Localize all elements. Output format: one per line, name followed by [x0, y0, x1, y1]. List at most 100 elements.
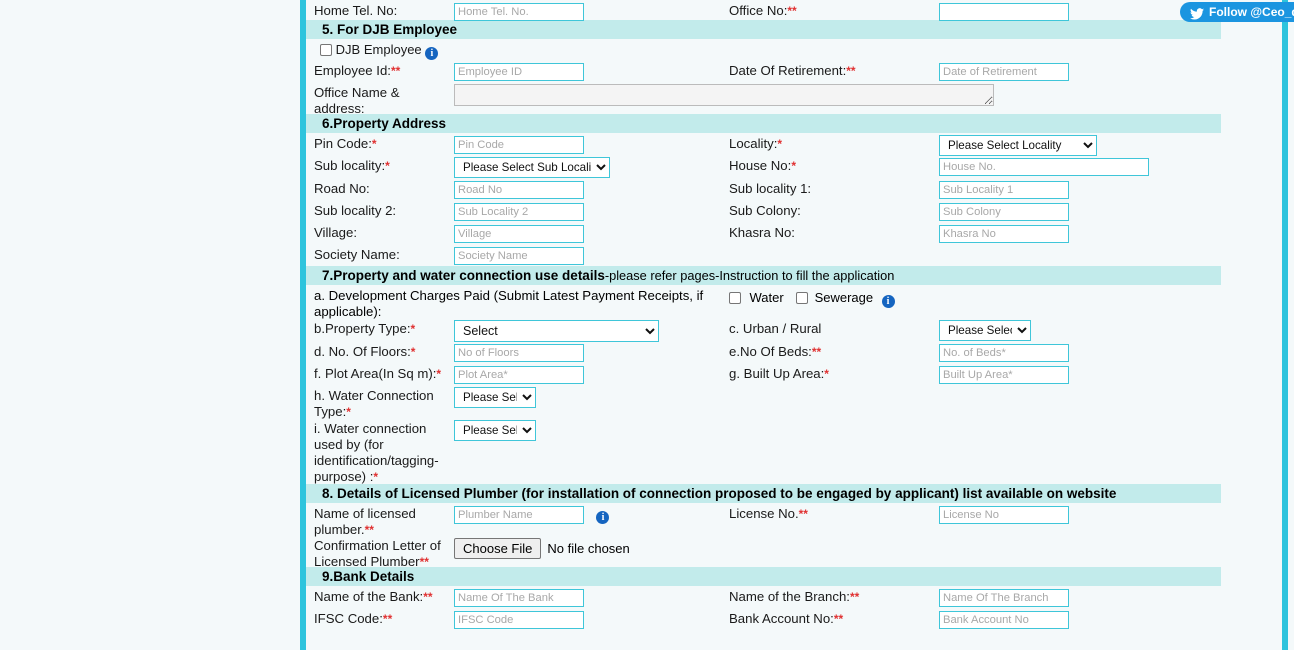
- sub-locality1-input[interactable]: [939, 181, 1069, 199]
- plot-area-required-mark: *: [436, 367, 442, 381]
- ifsc-label: IFSC Code:**: [306, 608, 454, 630]
- water-connection-type-select[interactable]: Please Select: [454, 387, 536, 408]
- date-of-retirement-input[interactable]: [939, 63, 1069, 81]
- twitter-bird-icon: [1190, 6, 1204, 20]
- bank-account-input[interactable]: [939, 611, 1069, 629]
- pin-code-label: Pin Code:*: [306, 133, 454, 155]
- row-djb-employee-checkbox: DJB Employee i: [306, 39, 1221, 60]
- no-of-floors-input[interactable]: [454, 344, 584, 362]
- info-icon[interactable]: i: [881, 295, 895, 308]
- village-field-cell: [454, 222, 729, 245]
- khasra-no-field-cell: [939, 222, 1069, 245]
- water-checkbox[interactable]: [729, 292, 741, 304]
- djb-employee-label: DJB Employee: [335, 42, 422, 57]
- water-connection-application-form: Home Tel. No: Office No:** Follow @Ceo_d…: [306, 0, 1294, 650]
- sub-locality-select[interactable]: Please Select Sub Locality: [454, 157, 610, 178]
- djb-employee-checkbox[interactable]: [320, 44, 332, 56]
- sub-locality-label-text: Sub locality:: [314, 158, 386, 173]
- license-no-field-cell: [939, 503, 1069, 526]
- home-tel-input[interactable]: [454, 3, 584, 21]
- bank-name-field-cell: [454, 586, 729, 609]
- branch-name-input[interactable]: [939, 589, 1069, 607]
- water-used-by-label-line2: used by (for: [314, 437, 384, 452]
- road-no-label: Road No:: [306, 178, 454, 200]
- urban-rural-select[interactable]: Please Select: [939, 320, 1031, 341]
- choose-file-button[interactable]: Choose File: [454, 538, 542, 559]
- plumber-name-field-cell: i: [454, 503, 729, 526]
- urban-rural-label: c. Urban / Rural: [729, 318, 939, 340]
- section-5-header: 5. For DJB Employee: [306, 20, 1221, 39]
- info-icon[interactable]: i: [596, 511, 610, 524]
- sub-locality1-label: Sub locality 1:: [729, 178, 939, 200]
- bank-name-label: Name of the Bank:**: [306, 586, 454, 608]
- society-name-input[interactable]: [454, 247, 584, 265]
- plumber-name-input[interactable]: [454, 506, 584, 524]
- employee-id-input[interactable]: [454, 63, 584, 81]
- office-no-required-mark: **: [787, 4, 797, 18]
- ifsc-field-cell: [454, 608, 729, 631]
- employee-id-required-mark: **: [390, 64, 401, 78]
- branch-name-required-mark: **: [849, 590, 860, 604]
- license-no-label-text: License No.: [729, 506, 799, 521]
- section-7-header: 7.Property and water connection use deta…: [306, 266, 1221, 285]
- row-confirmation-letter: Confirmation Letter of Licensed Plumber*…: [306, 535, 1221, 569]
- water-used-by-label-line1: i. Water connection: [314, 421, 427, 436]
- sub-locality1-field-cell: [939, 178, 1069, 201]
- plot-area-input[interactable]: [454, 366, 584, 384]
- license-no-label: License No.**: [729, 503, 939, 525]
- sub-colony-input[interactable]: [939, 203, 1069, 221]
- date-of-retirement-field-cell: [939, 60, 1069, 83]
- employee-id-label-text: Employee Id:: [314, 63, 391, 78]
- branch-name-label: Name of the Branch:**: [729, 586, 939, 608]
- sewerage-checkbox[interactable]: [796, 292, 809, 304]
- built-up-area-label-text: g. Built Up Area:: [729, 366, 825, 381]
- branch-name-field-cell: [939, 586, 1069, 609]
- row-sub-locality2-sub-colony: Sub locality 2: Sub Colony:: [306, 200, 1221, 222]
- employee-id-label: Employee Id:**: [306, 60, 454, 82]
- sub-locality2-input[interactable]: [454, 203, 584, 221]
- sub-locality-label: Sub locality:*: [306, 155, 454, 177]
- home-tel-label: Home Tel. No:: [306, 0, 454, 22]
- road-no-input[interactable]: [454, 181, 584, 199]
- water-used-by-label-line3: identification/tagging-: [314, 453, 439, 468]
- locality-select[interactable]: Please Select Locality: [939, 135, 1097, 156]
- office-no-input[interactable]: [939, 3, 1069, 21]
- row-development-charges: a. Development Charges Paid (Submit Late…: [306, 285, 1221, 319]
- row-bank-branch: Name of the Bank:** Name of the Branch:*…: [306, 586, 1221, 608]
- plot-area-field-cell: [454, 363, 729, 386]
- license-no-input[interactable]: [939, 506, 1069, 524]
- sub-colony-field-cell: [939, 200, 1069, 223]
- village-input[interactable]: [454, 225, 584, 243]
- property-type-select[interactable]: Select: [454, 320, 659, 342]
- office-no-field-cell: [939, 0, 1069, 23]
- office-name-address-field-cell: [454, 82, 1221, 113]
- section-7-title: 7.Property and water connection use deta…: [322, 268, 605, 283]
- right-page-rail: [1282, 0, 1288, 650]
- office-name-address-textarea[interactable]: [454, 84, 994, 106]
- no-of-beds-input[interactable]: [939, 344, 1069, 362]
- property-type-label-text: b.Property Type:: [314, 321, 411, 336]
- khasra-no-input[interactable]: [939, 225, 1069, 243]
- society-name-field-cell: [454, 244, 729, 267]
- employee-id-field-cell: [454, 60, 729, 83]
- office-name-label-line1: Office Name &: [314, 85, 400, 100]
- sub-locality2-label-text: Sub locality 2:: [314, 203, 397, 218]
- pin-code-field-cell: [454, 133, 729, 156]
- twitter-follow-button[interactable]: Follow @Ceo_djb: [1180, 2, 1294, 22]
- row-office-name-address: Office Name & address:: [306, 82, 1221, 116]
- section-7-subtitle: -please refer pages-Instruction to fill …: [604, 268, 895, 283]
- pin-code-input[interactable]: [454, 136, 584, 154]
- society-name-label-text: Society Name:: [314, 247, 400, 262]
- house-no-input[interactable]: [939, 158, 1149, 176]
- bank-name-input[interactable]: [454, 589, 584, 607]
- house-no-field-cell: [939, 155, 1149, 178]
- ifsc-input[interactable]: [454, 611, 584, 629]
- property-type-label: b.Property Type:*: [306, 318, 454, 340]
- house-no-label: House No:*: [729, 155, 939, 177]
- row-road-no-sub-locality1: Road No: Sub locality 1:: [306, 178, 1221, 200]
- urban-rural-label-text: c. Urban / Rural: [729, 321, 822, 336]
- sub-locality2-label: Sub locality 2:: [306, 200, 454, 222]
- built-up-area-input[interactable]: [939, 366, 1069, 384]
- water-used-by-select[interactable]: Please Select: [454, 420, 536, 441]
- info-icon[interactable]: i: [425, 47, 439, 60]
